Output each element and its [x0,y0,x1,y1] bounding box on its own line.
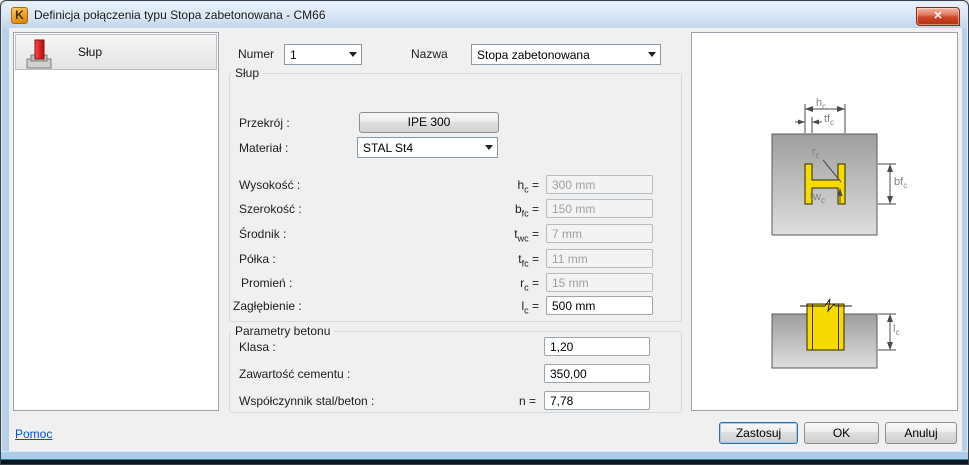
nazwa-value: Stopa zabetonowana [477,48,590,62]
n-symbol: n = [518,394,536,408]
rc-dim-label: rc [812,146,820,161]
numer-value: 1 [290,48,297,62]
section-preview-panel: hc tfc rc twc bfc lc [691,32,958,411]
tfc-input [546,249,653,268]
promien-label: Promień : [241,276,293,290]
ok-button[interactable]: OK [804,422,879,444]
rc-symbol: rc = [520,276,539,293]
material-value: STAL St4 [363,141,414,155]
klasa-input[interactable] [544,337,650,356]
przekroj-label: Przekrój : [239,116,290,130]
srodnik-label: Środnik : [239,227,287,241]
connection-elements-list[interactable]: Słup [13,32,219,411]
tfc-dim-label: tfc [824,113,835,128]
title-bar[interactable]: K Definicja połączenia typu Stopa zabeto… [2,2,967,28]
lc-input[interactable] [546,296,653,315]
app-icon: K [11,7,28,24]
zawartosc-label: Zawartość cementu : [239,367,351,381]
list-item-label: Słup [78,45,103,59]
material-combobox[interactable]: STAL St4 [357,137,498,158]
wspolczynnik-label: Współczynnik stal/beton : [239,394,375,408]
cancel-button[interactable]: Anuluj [885,422,957,444]
bfc-input [546,199,653,218]
help-link[interactable]: Pomoc [15,427,52,441]
hc-dim-label: hc [816,97,827,112]
przekroj-button[interactable]: IPE 300 [359,112,499,133]
chevron-down-icon [485,145,493,150]
column-footing-icon [26,39,52,69]
zaglebienie-label: Zagłębienie : [233,299,302,313]
slup-group-title: Słup [231,66,264,80]
bfc-dim-label: bfc [894,176,908,191]
tfc-symbol: tfc = [518,252,539,269]
numer-label: Numer [238,47,275,61]
chevron-down-icon [349,52,357,57]
twc-symbol: twc = [514,227,539,244]
apply-button[interactable]: Zastosuj [719,422,798,444]
numer-combobox[interactable]: 1 [284,44,362,65]
lc-symbol: lc = [521,299,539,316]
polka-label: Półka : [239,252,276,266]
klasa-label: Klasa : [239,340,276,354]
twc-dim-label: twc [810,191,825,206]
chevron-down-icon [648,52,656,57]
column-section-diagram [771,104,896,369]
wysokosc-label: Wysokość : [239,178,301,192]
rc-input [546,273,653,292]
window-bottom-frame [1,451,968,464]
twc-input [546,224,653,243]
close-button[interactable]: ✕ [916,7,960,26]
material-label: Materiał : [239,141,289,155]
beton-group-title: Parametry betonu [231,324,335,338]
bfc-symbol: bfc = [514,202,539,219]
hc-input [546,175,653,194]
n-input[interactable] [544,391,650,410]
list-item-slup[interactable]: Słup [15,34,217,70]
hc-symbol: hc = [517,178,539,195]
lc-dim-label: lc [893,323,900,338]
nazwa-combobox[interactable]: Stopa zabetonowana [471,44,661,65]
nazwa-label: Nazwa [411,47,448,61]
window-title: Definicja połączenia typu Stopa zabetono… [34,8,326,22]
dialog-window: K Definicja połączenia typu Stopa zabeto… [0,0,969,465]
szerokosc-label: Szerokość : [239,202,302,216]
zawartosc-input[interactable] [544,364,650,383]
